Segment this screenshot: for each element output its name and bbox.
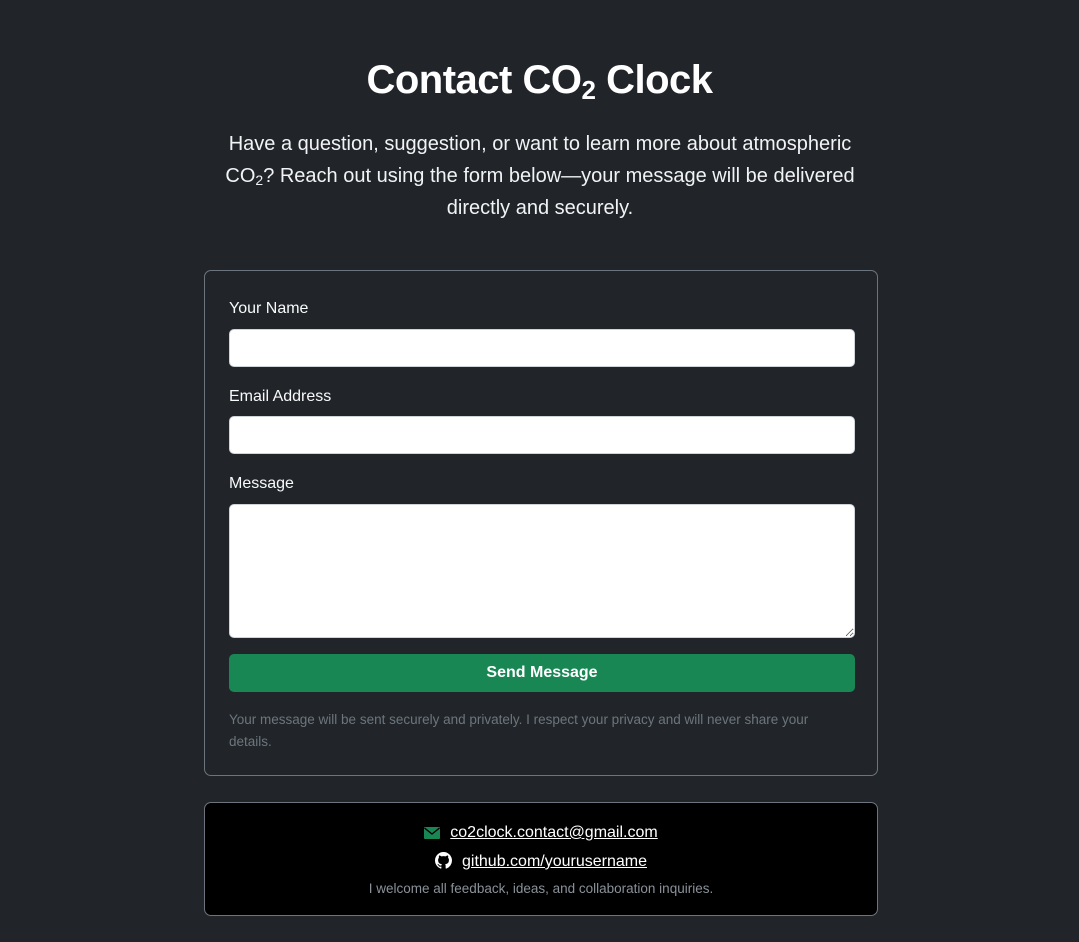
privacy-note: Your message will be sent securely and p… <box>229 712 809 749</box>
contact-form: Your Name Email Address Message Send Mes… <box>204 270 878 776</box>
intro-text: Have a question, suggestion, or want to … <box>212 128 868 224</box>
github-row: github.com/yourusername <box>205 852 877 875</box>
github-link[interactable]: github.com/yourusername <box>462 853 647 870</box>
name-label: Your Name <box>229 300 309 317</box>
email-field[interactable] <box>229 416 855 454</box>
welcome-note: I welcome all feedback, ideas, and colla… <box>368 881 714 896</box>
email-link[interactable]: co2clock.contact@gmail.com <box>450 824 657 841</box>
name-field[interactable] <box>229 329 855 367</box>
message-label: Message <box>229 475 294 492</box>
message-field[interactable] <box>229 504 855 638</box>
contact-info-card: co2clock.contact@gmail.com github.com/yo… <box>204 802 878 916</box>
envelope-icon <box>424 826 441 846</box>
intro-text-end: ? Reach out using the form below—your me… <box>263 165 855 219</box>
email-label: Email Address <box>229 388 332 405</box>
github-icon <box>435 852 452 875</box>
page-title-end: Clock <box>595 58 713 102</box>
page-title-main: Contact CO <box>366 58 582 102</box>
page-title-subscript: 2 <box>581 75 596 105</box>
email-row: co2clock.contact@gmail.com <box>205 823 877 846</box>
page-title: Contact CO2 Clock <box>0 56 1079 104</box>
send-message-button[interactable]: Send Message <box>229 654 855 692</box>
